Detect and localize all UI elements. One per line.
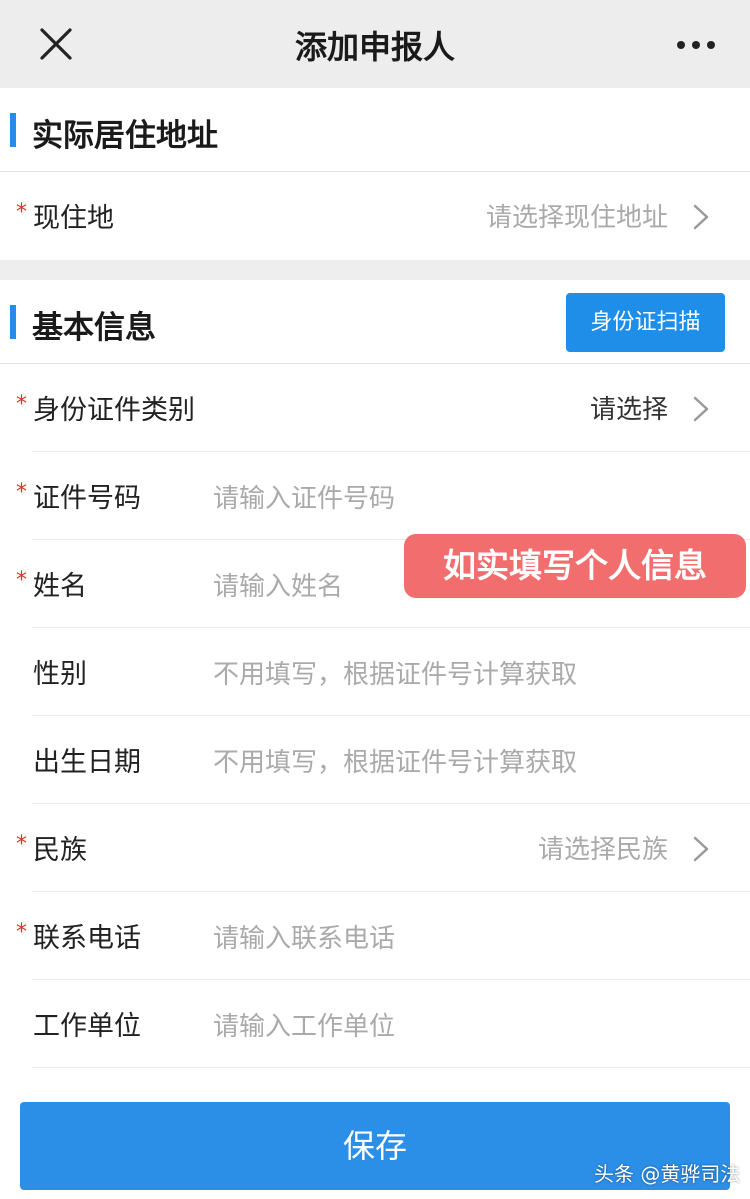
- row-id-number: * 证件号码 请输入证件号码: [0, 452, 750, 540]
- row-phone: * 联系电话 请输入联系电话: [0, 892, 750, 980]
- id-number-input[interactable]: 请输入证件号码: [213, 478, 395, 515]
- row-label-address: 现住地: [33, 203, 114, 234]
- name-input[interactable]: 请输入姓名: [213, 566, 343, 603]
- row-current-address[interactable]: * 现住地 请选择现住地址: [0, 172, 750, 260]
- address-select-value[interactable]: 请选择现住地址: [486, 197, 668, 234]
- required-mark: *: [16, 480, 27, 505]
- birth-date-field: 不用填写，根据证件号计算获取: [213, 748, 578, 778]
- row-label-gender: 性别: [33, 659, 87, 690]
- row-employer: 工作单位 请输入工作单位: [0, 980, 750, 1068]
- section-title-address: 实际居住地址: [32, 118, 218, 154]
- required-mark: *: [16, 568, 27, 593]
- annotation-overlay: 如实填写个人信息: [404, 534, 746, 598]
- row-label-name: 姓名: [33, 571, 87, 602]
- row-label-ethnicity: 民族: [33, 835, 87, 866]
- section-accent-bar: [10, 113, 16, 147]
- watermark: 头条 @黄骅司法: [594, 1162, 741, 1186]
- required-mark: *: [16, 200, 27, 225]
- address-section: 实际居住地址 * 现住地 请选择现住地址: [0, 88, 750, 260]
- phone-input[interactable]: 请输入联系电话: [213, 918, 395, 955]
- ethnicity-select-value[interactable]: 请选择民族: [538, 829, 668, 866]
- chevron-right-icon: [693, 396, 709, 422]
- row-label-phone: 联系电话: [33, 923, 141, 954]
- chevron-right-icon: [693, 204, 709, 230]
- basic-info-section: 基本信息 身份证扫描 * 身份证件类别 请选择 * 证件号码 请输入证件号码 *…: [0, 280, 750, 1094]
- gender-field: 不用填写，根据证件号计算获取: [213, 660, 578, 690]
- section-title-basic: 基本信息: [32, 310, 156, 346]
- more-icon[interactable]: [676, 40, 716, 50]
- required-mark: *: [16, 920, 27, 945]
- row-label-birth-date: 出生日期: [33, 747, 141, 778]
- row-gender: 性别 不用填写，根据证件号计算获取: [0, 628, 750, 716]
- row-label-id-type: 身份证件类别: [33, 395, 195, 426]
- id-scan-button[interactable]: 身份证扫描: [566, 293, 725, 352]
- row-label-id-number: 证件号码: [33, 483, 141, 514]
- chevron-right-icon: [693, 836, 709, 862]
- employer-input[interactable]: 请输入工作单位: [213, 1006, 395, 1043]
- row-id-type[interactable]: * 身份证件类别 请选择: [0, 364, 750, 452]
- required-mark: *: [16, 392, 27, 417]
- row-ethnicity[interactable]: * 民族 请选择民族: [0, 804, 750, 892]
- id-type-select-value[interactable]: 请选择: [590, 389, 668, 426]
- row-birth-date: 出生日期 不用填写，根据证件号计算获取: [0, 716, 750, 804]
- nav-bar: 添加申报人: [0, 0, 750, 88]
- row-label-employer: 工作单位: [33, 1011, 141, 1042]
- row-divider: [32, 1067, 750, 1068]
- section-accent-bar: [10, 305, 16, 339]
- required-mark: *: [16, 832, 27, 857]
- section-header-address: 实际居住地址: [0, 88, 750, 172]
- page-title: 添加申报人: [294, 28, 455, 66]
- section-header-basic: 基本信息 身份证扫描: [0, 280, 750, 364]
